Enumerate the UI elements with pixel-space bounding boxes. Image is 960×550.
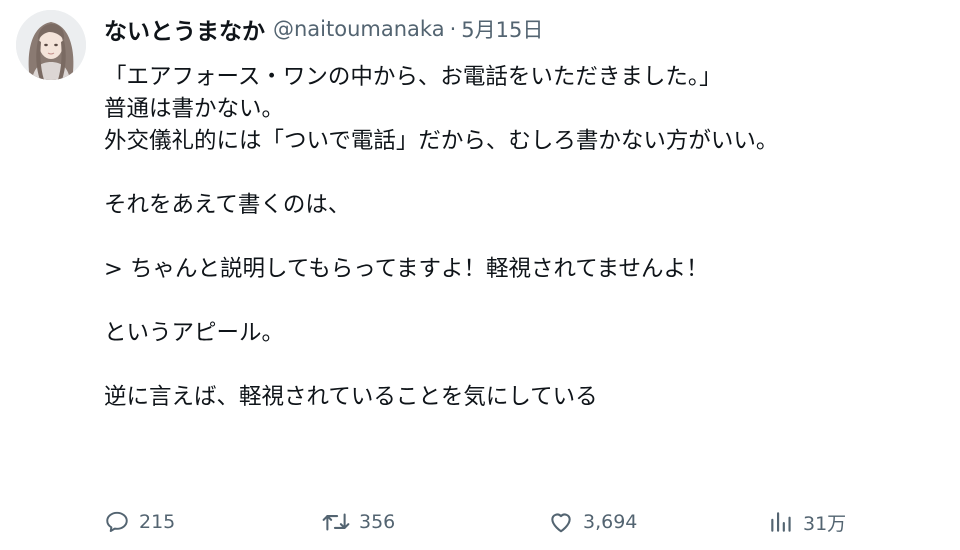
tweet-text-line: 逆に言えば、軽視されていることを気にしている <box>104 384 598 410</box>
tweet-date[interactable]: 5月15日 <box>461 14 543 44</box>
tweet-text-line <box>104 157 954 189</box>
user-handle[interactable]: @naitoumanaka <box>273 17 445 41</box>
tweet-text-line: 普通は書かない。 <box>104 96 285 122</box>
like-button[interactable]: 3,694 <box>548 505 637 539</box>
views-button[interactable]: 31万 <box>768 505 846 539</box>
views-icon <box>771 512 791 532</box>
tweet-text: 「エアフォース・ワンの中から、お電話をいただきました。」 普通は書かない。 外交… <box>104 61 954 413</box>
reply-button[interactable]: 215 <box>104 505 175 539</box>
reply-count: 215 <box>139 511 176 533</box>
tweet-text-line: それをあえて書くのは、 <box>104 192 351 218</box>
retweet-count: 356 <box>359 511 396 533</box>
tweet-text-line <box>104 285 954 317</box>
separator-dot: · <box>449 17 457 41</box>
heart-icon <box>551 513 571 533</box>
tweet-text-line: > ちゃんと説明してもらってますよ！軽視されてませんよ！ <box>104 256 709 282</box>
tweet-text-line: というアピール。 <box>104 320 285 346</box>
tweet-text-line <box>104 221 954 253</box>
display-name[interactable]: ないとうまなか <box>104 12 265 46</box>
tweet-text-line: 外交儀礼的には「ついで電話」だから、むしろ書かない方がいい。 <box>104 128 779 154</box>
tweet-actions: 215 356 3,694 31万 <box>0 505 960 539</box>
tweet-text-line: 「エアフォース・ワンの中から、お電話をいただきました。」 <box>104 64 722 90</box>
retweet-icon <box>322 513 350 531</box>
reply-icon <box>106 511 128 532</box>
retweet-button[interactable]: 356 <box>322 505 395 539</box>
tweet-text-line <box>104 349 954 381</box>
tweet-header: ないとうまなか @naitoumanaka · 5月15日 <box>104 12 543 46</box>
avatar[interactable] <box>16 10 86 80</box>
views-count: 31万 <box>803 512 847 535</box>
avatar-illustration-icon <box>16 10 86 80</box>
like-count: 3,694 <box>583 511 638 533</box>
